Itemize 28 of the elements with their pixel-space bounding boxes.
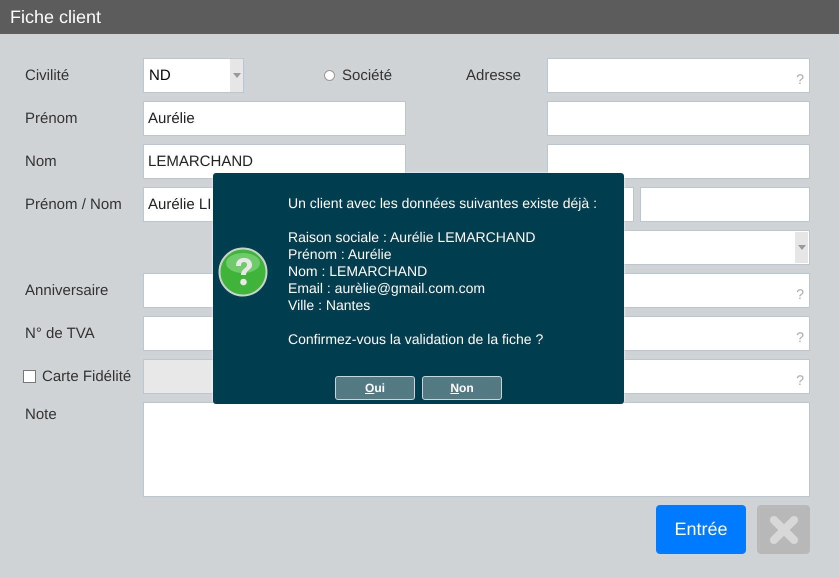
dialog-text: Nom : LEMARCHAND xyxy=(288,263,428,279)
window-title: Fiche client xyxy=(0,0,839,34)
dialog-button[interactable]: Non xyxy=(422,376,502,400)
dropdown-arrow-icon xyxy=(232,73,240,78)
close-icon xyxy=(768,514,800,546)
dialog-text: Email : aurèlie@gmail.com.com xyxy=(288,280,486,296)
dropdown-arrow-icon xyxy=(798,245,806,250)
field-label: Anniversaire xyxy=(25,282,110,299)
dialog-text: Ville : Nantes xyxy=(288,297,370,313)
field-label: N° de TVA xyxy=(25,325,96,342)
field-label: Note xyxy=(25,405,58,423)
city-field[interactable] xyxy=(640,187,810,222)
question-icon xyxy=(218,247,268,297)
field-label: Prénom xyxy=(25,110,79,127)
dialog-button[interactable]: Oui xyxy=(335,376,415,400)
loyalty-card-checkbox[interactable]: Carte Fidélité xyxy=(23,368,143,385)
dialog-text: Confirmez-vous la validation de la fiche ? xyxy=(288,331,544,347)
dialog-text: Prénom : Aurélie xyxy=(288,246,392,262)
field-label: Civilité xyxy=(25,67,70,84)
civility-dropdown[interactable]: ND xyxy=(143,58,244,93)
field-label: Nom xyxy=(25,153,58,170)
company-radio[interactable]: Société xyxy=(324,67,392,84)
enter-button[interactable]: Entrée xyxy=(656,505,746,554)
dialog-text: Raison sociale : Aurélie LEMARCHAND xyxy=(288,229,536,245)
field-label: Adresse xyxy=(465,66,522,84)
first-name-field[interactable]: Aurélie xyxy=(143,101,406,136)
dialog-text: Un client avec les données suivantes existe déjà : xyxy=(288,195,597,211)
field-label: Prénom / Nom xyxy=(25,196,123,213)
